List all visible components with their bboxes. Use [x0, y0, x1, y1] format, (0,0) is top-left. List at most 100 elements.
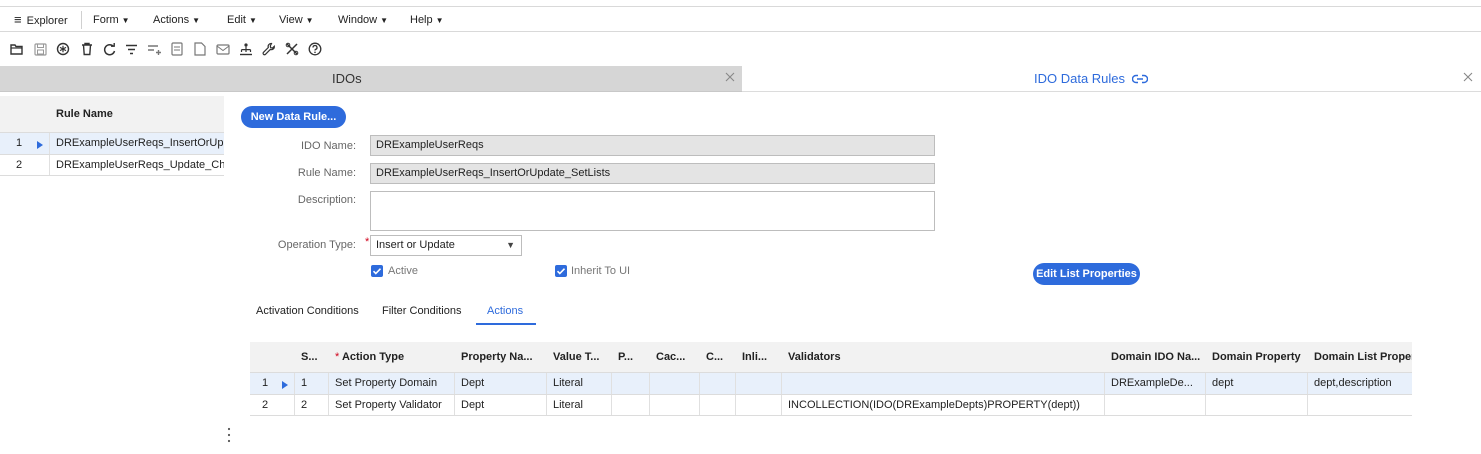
- action-type-cell[interactable]: Set Property Validator: [329, 395, 453, 415]
- action-type-cell[interactable]: Set Property Domain: [329, 373, 453, 394]
- caret-down-icon: ▼: [121, 16, 130, 25]
- tab-idos-label: IDOs: [332, 71, 362, 86]
- table-row[interactable]: 1 1 Set Property Domain Dept Literal DRE…: [250, 372, 1412, 394]
- column-header-domain-ido-name[interactable]: Domain IDO Na...: [1105, 342, 1204, 372]
- table-row[interactable]: 1 DRExampleUserReqs_InsertOrUp: [0, 132, 224, 154]
- operation-type-label: Operation Type:: [277, 239, 356, 251]
- tools-icon[interactable]: [283, 40, 301, 58]
- tab-ido-data-rules[interactable]: IDO Data Rules: [742, 66, 1481, 92]
- grid-divider: [649, 373, 650, 394]
- value-type-cell[interactable]: Literal: [547, 373, 610, 394]
- menu-edit[interactable]: Edit ▼: [227, 11, 257, 29]
- caret-down-icon: ▼: [305, 16, 314, 25]
- menu-view[interactable]: View ▼: [279, 11, 314, 29]
- check-icon: [372, 268, 382, 275]
- domain-ido-name-cell[interactable]: DRExampleDe...: [1105, 373, 1204, 394]
- rule-name-cell[interactable]: DRExampleUserReqs_InsertOrUp: [50, 133, 224, 154]
- operation-type-value: Insert or Update: [376, 239, 455, 251]
- description-field[interactable]: [370, 191, 935, 231]
- close-icon[interactable]: [1461, 70, 1475, 84]
- table-row[interactable]: 2 DRExampleUserReqs_Update_Ch: [0, 154, 224, 176]
- rule-name-cell[interactable]: DRExampleUserReqs_Update_Ch: [50, 155, 224, 175]
- tab-filter-conditions[interactable]: Filter Conditions: [382, 305, 461, 317]
- close-icon[interactable]: [723, 70, 737, 84]
- filter-icon[interactable]: [122, 40, 140, 58]
- explorer-menu[interactable]: ≡ Explorer: [14, 11, 68, 29]
- column-header-action-type[interactable]: * Action Type: [329, 342, 453, 372]
- column-header-cache[interactable]: Cac...: [650, 342, 698, 372]
- table-row[interactable]: 2 2 Set Property Validator Dept Literal …: [250, 394, 1412, 416]
- sequence-cell[interactable]: 2: [295, 395, 328, 415]
- property-name-cell[interactable]: Dept: [455, 373, 545, 394]
- menu-view-label: View: [279, 14, 303, 26]
- rule-list-grid: Rule Name 1 DRExampleUserReqs_InsertOrUp…: [0, 96, 224, 184]
- tab-strip: IDOs IDO Data Rules: [0, 66, 1481, 92]
- save-icon[interactable]: [31, 40, 49, 58]
- tab-activation-conditions[interactable]: Activation Conditions: [256, 305, 359, 317]
- validators-cell[interactable]: [782, 373, 1102, 394]
- help-icon[interactable]: [306, 40, 324, 58]
- filter-in-place-icon[interactable]: [145, 40, 163, 58]
- org-chart-icon[interactable]: [237, 40, 255, 58]
- tab-idos[interactable]: IDOs: [0, 66, 742, 92]
- row-number: 2: [262, 399, 269, 411]
- caret-down-icon: ▼: [435, 16, 444, 25]
- active-tab-indicator: [476, 323, 536, 325]
- caret-down-icon: ▼: [506, 240, 515, 250]
- column-header-domain-property[interactable]: Domain Property: [1206, 342, 1306, 372]
- tab-actions[interactable]: Actions: [487, 305, 523, 317]
- rule-name-label: Rule Name:: [297, 167, 356, 179]
- column-header-validators[interactable]: Validators: [782, 342, 1102, 372]
- form-icon[interactable]: [168, 40, 186, 58]
- column-header-value-type[interactable]: Value T...: [547, 342, 610, 372]
- value-type-cell[interactable]: Literal: [547, 395, 610, 415]
- validators-cell[interactable]: INCOLLECTION(IDO(DRExampleDepts)PROPERTY…: [782, 395, 1102, 415]
- current-row-icon: [37, 140, 43, 152]
- domain-list-properties-cell[interactable]: [1308, 395, 1412, 415]
- new-record-icon[interactable]: [54, 40, 72, 58]
- operation-type-select[interactable]: Insert or Update ▼: [370, 235, 522, 256]
- edit-list-properties-button[interactable]: Edit List Properties: [1033, 263, 1140, 285]
- grid-divider: [611, 395, 612, 415]
- active-label: Active: [388, 265, 418, 277]
- sequence-cell[interactable]: 1: [295, 373, 328, 394]
- menu-help[interactable]: Help ▼: [410, 11, 444, 29]
- description-label: Description:: [297, 194, 356, 206]
- caret-down-icon: ▼: [380, 16, 389, 25]
- domain-property-cell[interactable]: dept: [1206, 373, 1306, 394]
- menu-form[interactable]: Form ▼: [93, 11, 130, 29]
- column-header-sequence[interactable]: S...: [295, 342, 328, 372]
- open-folder-icon[interactable]: [8, 40, 26, 58]
- column-header-property-name[interactable]: Property Na...: [455, 342, 545, 372]
- caret-down-icon: ▼: [248, 16, 257, 25]
- wrench-icon[interactable]: [260, 40, 278, 58]
- column-header-c[interactable]: C...: [700, 342, 734, 372]
- column-header-p[interactable]: P...: [612, 342, 648, 372]
- document-icon[interactable]: [191, 40, 209, 58]
- column-header-inline[interactable]: Inli...: [736, 342, 780, 372]
- domain-list-properties-cell[interactable]: dept,description: [1308, 373, 1412, 394]
- delete-icon[interactable]: [78, 40, 96, 58]
- inherit-to-ui-checkbox[interactable]: [555, 265, 567, 277]
- row-number: 1: [262, 377, 269, 389]
- current-row-icon: [282, 380, 288, 392]
- toolbar: [0, 38, 1481, 60]
- property-name-cell[interactable]: Dept: [455, 395, 545, 415]
- rule-name-field[interactable]: DRExampleUserReqs_InsertOrUpdate_SetList…: [370, 163, 935, 184]
- refresh-icon[interactable]: [100, 40, 118, 58]
- vertical-dots-icon: [227, 427, 231, 443]
- domain-property-cell[interactable]: [1206, 395, 1306, 415]
- column-header-domain-list-properties[interactable]: Domain List Proper: [1308, 342, 1412, 372]
- active-checkbox[interactable]: [371, 265, 383, 277]
- domain-ido-name-cell[interactable]: [1105, 395, 1204, 415]
- new-data-rule-button[interactable]: New Data Rule...: [241, 106, 346, 128]
- grid-divider: [735, 395, 736, 415]
- splitter-handle[interactable]: [226, 426, 232, 444]
- column-header-rule-name[interactable]: Rule Name: [50, 96, 224, 132]
- column-header-action-type-label: Action Type: [341, 351, 405, 363]
- ido-name-field[interactable]: DRExampleUserReqs: [370, 135, 935, 156]
- menu-actions[interactable]: Actions ▼: [153, 11, 200, 29]
- tab-ido-data-rules-label: IDO Data Rules: [1034, 71, 1148, 86]
- menu-window[interactable]: Window ▼: [338, 11, 388, 29]
- mail-icon[interactable]: [214, 40, 232, 58]
